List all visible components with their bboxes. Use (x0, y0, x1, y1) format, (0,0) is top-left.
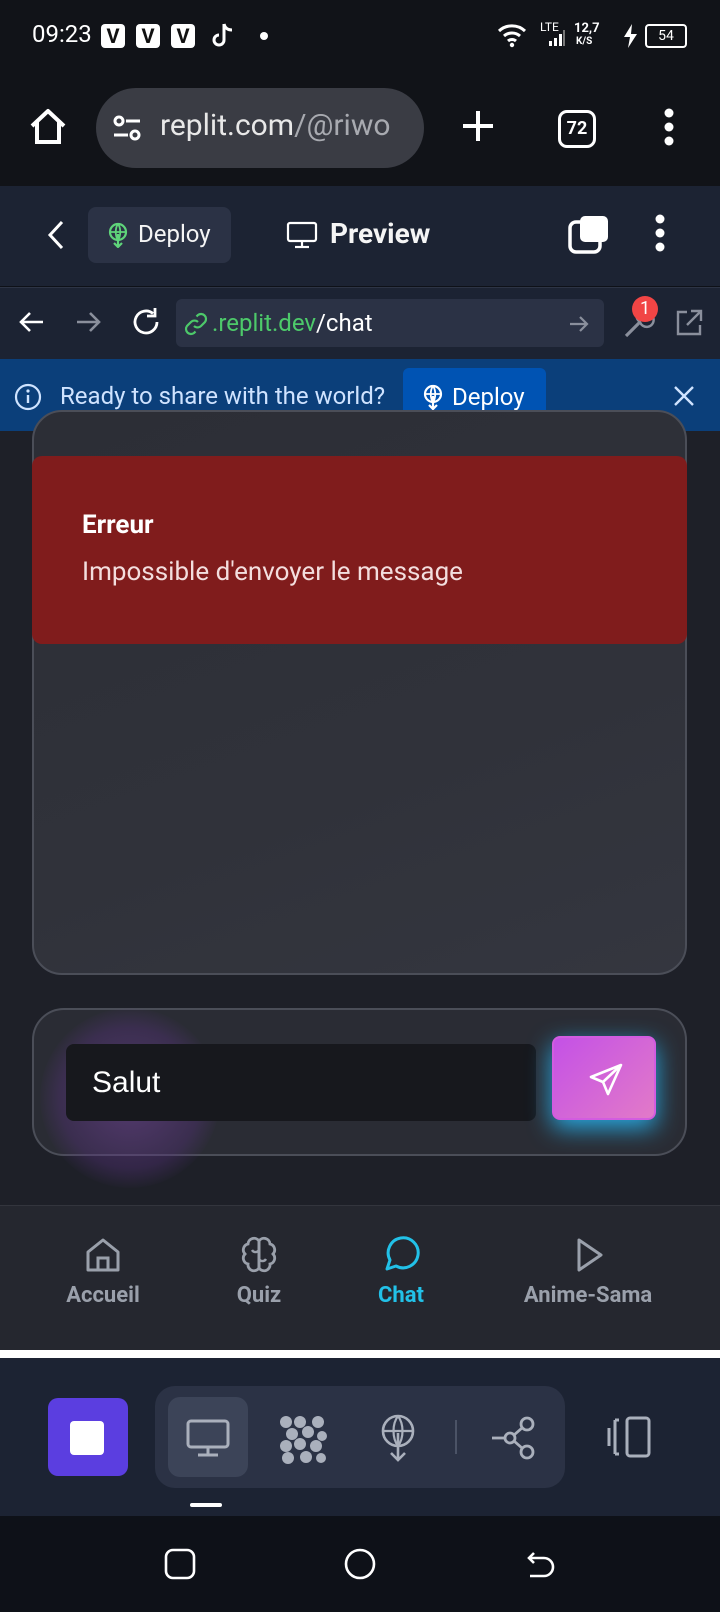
home-circle-icon[interactable] (344, 1548, 376, 1580)
speed-unit: K/S (576, 36, 593, 47)
nav-label: Anime-Sama (523, 1283, 653, 1308)
back-chevron-icon[interactable] (46, 219, 66, 251)
error-message: Impossible d'envoyer le message (82, 557, 463, 587)
vimeo-notification-icon: V (171, 24, 195, 48)
play-icon (568, 1235, 608, 1275)
brain-icon (239, 1235, 279, 1275)
deploy-tab-label: Deploy (138, 220, 211, 248)
stop-icon (70, 1421, 104, 1455)
charging-icon (622, 23, 638, 49)
open-external-icon[interactable] (674, 308, 704, 338)
active-indicator (190, 1503, 222, 1507)
share-banner-text: Ready to share with the world? (60, 382, 386, 410)
message-circle-icon (381, 1235, 421, 1275)
banner-deploy-label: Deploy (452, 383, 525, 411)
browser-url-text[interactable]: replit.com/@riwo (160, 108, 410, 143)
status-time: 09:23 (32, 20, 92, 48)
monitor-icon (286, 220, 318, 250)
nav-label: Chat (378, 1283, 424, 1308)
browser-menu-icon[interactable] (664, 108, 674, 146)
toolbar-divider (455, 1420, 457, 1454)
error-toast (32, 456, 687, 644)
error-title: Erreur (82, 510, 154, 540)
replit-menu-icon[interactable] (655, 214, 665, 252)
nav-item-quiz[interactable]: Quiz (214, 1235, 304, 1308)
wifi-icon (497, 22, 527, 48)
speed-value: 12,7 (574, 21, 600, 36)
preview-tab-label[interactable]: Preview (330, 217, 430, 250)
go-arrow-icon[interactable] (568, 313, 590, 335)
deploy-icon (421, 384, 445, 410)
home-icon (83, 1235, 123, 1275)
deploy-tool-icon[interactable] (377, 1413, 419, 1463)
battery-level: 54 (645, 24, 687, 48)
new-tab-icon[interactable] (460, 108, 496, 144)
multi-window-icon[interactable] (568, 214, 612, 254)
system-back-icon[interactable] (524, 1548, 556, 1580)
site-settings-icon[interactable] (112, 113, 142, 143)
reload-icon[interactable] (130, 306, 162, 338)
home-button-icon[interactable] (28, 106, 68, 146)
notification-badge: 1 (632, 296, 658, 322)
vimeo-notification-icon: V (101, 24, 125, 48)
monitor-icon (186, 1418, 230, 1458)
link-icon (184, 312, 208, 336)
webview-url-text[interactable]: .replit.dev/chat (212, 309, 373, 337)
chat-message-input[interactable] (66, 1044, 536, 1121)
more-notifications-dot (260, 32, 268, 40)
deploy-icon (106, 222, 130, 248)
git-branch-icon[interactable] (490, 1416, 536, 1460)
nav-item-chat[interactable]: Chat (356, 1235, 446, 1308)
tiktok-icon (210, 22, 234, 50)
vimeo-notification-icon: V (136, 24, 160, 48)
nav-item-accueil[interactable]: Accueil (58, 1235, 148, 1308)
nav-label: Accueil (66, 1283, 140, 1308)
send-icon (588, 1062, 624, 1098)
close-icon[interactable] (672, 384, 696, 408)
layout-panels-icon[interactable] (605, 1416, 653, 1458)
recents-icon[interactable] (164, 1548, 196, 1580)
nav-item-anime-sama[interactable]: Anime-Sama (508, 1235, 668, 1308)
back-arrow-icon[interactable] (18, 308, 46, 336)
forward-arrow-icon[interactable] (74, 308, 102, 336)
signal-icon (548, 30, 566, 46)
nav-label: Quiz (236, 1283, 282, 1308)
divider (0, 1350, 720, 1358)
info-icon (14, 383, 42, 411)
agent-tool-icon[interactable] (278, 1414, 328, 1464)
tab-switcher-button[interactable]: 72 (558, 110, 596, 148)
send-button[interactable] (552, 1036, 656, 1120)
